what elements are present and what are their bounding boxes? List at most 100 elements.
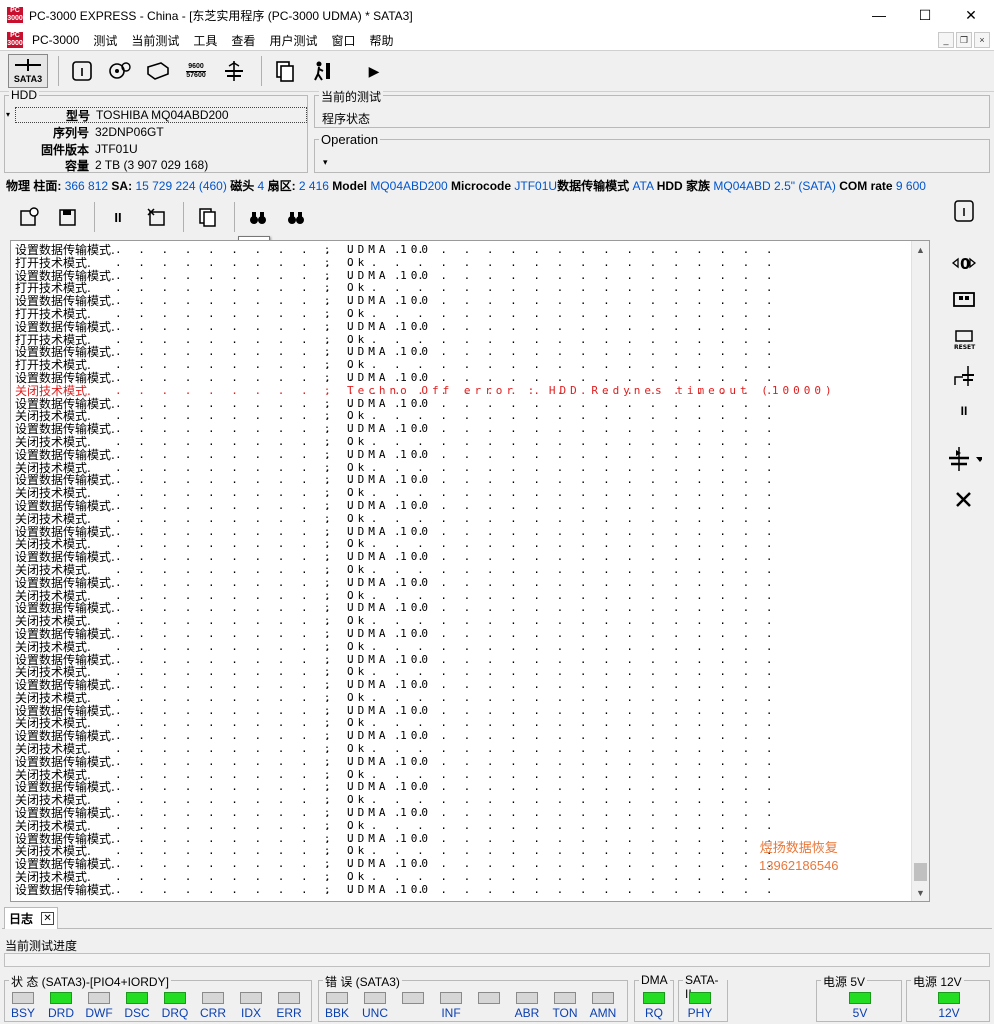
hdd-dropdown-icon[interactable]: ▾ xyxy=(6,110,10,119)
log-line-label: 关闭技术模式. xyxy=(15,383,91,398)
log-line-colon: : xyxy=(325,690,330,705)
floppy-icon xyxy=(59,209,76,226)
sata3-label: SATA3 xyxy=(13,73,43,84)
log-line: 关闭技术模式. . . . . . . . . . . . . . . . . .… xyxy=(15,690,910,705)
walk-figure-icon xyxy=(314,61,330,81)
watermark-line2: 13962186546 xyxy=(759,858,839,873)
log-line-result: Ok xyxy=(347,818,369,832)
menu-pc3000[interactable]: PC-3000 xyxy=(25,33,86,47)
hdd-capacity-row: 容量 2 TB (3 907 029 168) xyxy=(15,157,307,173)
current-test-panel: 当前的测试 程序状态 xyxy=(314,88,990,128)
baud-rate-button[interactable]: 9600 57600 xyxy=(179,54,213,88)
reset-button[interactable]: RESET xyxy=(946,322,982,352)
drive-button[interactable] xyxy=(141,54,175,88)
power-button[interactable] xyxy=(217,54,251,88)
pause-button[interactable]: II xyxy=(101,200,135,234)
mdi-minimize-button[interactable]: _ xyxy=(938,32,954,48)
menu-tools[interactable]: 工具 xyxy=(186,32,224,49)
menu-test[interactable]: 测试 xyxy=(86,32,124,49)
run-script-button[interactable] xyxy=(306,54,340,88)
log-line: 设置数据传输模式.. . . . . . . . . . . . . . . .… xyxy=(15,678,910,692)
power-control-button[interactable] xyxy=(946,361,982,391)
log-line: 设置数据传输模式.. . . . . . . . . . . . . . . .… xyxy=(15,754,910,769)
log-line-dots: . . . . . . . . . . . . . . . . . . . . … xyxy=(115,562,778,576)
status-led xyxy=(643,992,665,1004)
svg-text:0: 0 xyxy=(960,255,970,273)
scroll-thumb[interactable] xyxy=(914,863,927,881)
tools-button[interactable] xyxy=(946,484,982,514)
scroll-down-arrow-icon[interactable]: ▼ xyxy=(912,884,929,901)
info-scroll-button[interactable] xyxy=(946,196,982,226)
copy-log-button[interactable] xyxy=(190,200,224,234)
status-led xyxy=(278,992,300,1004)
scroll-up-arrow-icon[interactable]: ▲ xyxy=(912,241,929,258)
menu-app-icon[interactable]: PC 3000 xyxy=(7,32,23,48)
log-line-dots: . . . . . . . . . . . . . . . . . . . . … xyxy=(115,818,778,832)
log-line: 关闭技术模式. . . . . . . . . . . . . . . . . .… xyxy=(15,818,910,833)
log-line-colon: : xyxy=(325,870,330,885)
board-button[interactable] xyxy=(946,284,982,314)
search-button[interactable] xyxy=(241,200,275,234)
log-line-dots: . . . . . . . . . . . . . . . . . . . . … xyxy=(115,434,778,448)
status-led xyxy=(240,992,262,1004)
save-log-button[interactable] xyxy=(50,200,84,234)
head-map-button[interactable]: 0 xyxy=(946,248,982,278)
log-view[interactable]: 设置数据传输模式. . . . . . . . . . . . . . . . .… xyxy=(10,240,930,902)
status-led-label: TON xyxy=(552,1006,578,1020)
mdi-restore-button[interactable]: ❐ xyxy=(956,32,972,48)
maximize-button[interactable]: ☐ xyxy=(902,0,948,30)
minimize-button[interactable]: — xyxy=(856,0,902,30)
log-line-label: 关闭技术模式. xyxy=(15,818,91,833)
menu-view[interactable]: 查看 xyxy=(224,32,262,49)
log-line-dots: . . . . . . . . . . . . . . . . . . . . … xyxy=(115,498,778,512)
menu-current-test[interactable]: 当前测试 xyxy=(124,32,186,49)
menu-window[interactable]: 窗口 xyxy=(324,32,362,49)
serial-value: 32DNP06GT xyxy=(95,125,164,139)
operation-legend: Operation xyxy=(319,132,381,147)
status-led-label: INF xyxy=(441,1006,461,1020)
log-line-colon: : xyxy=(325,818,330,833)
status-led-label: CRR xyxy=(200,1006,226,1020)
hdd-model-row[interactable]: 型号 TOSHIBA MQ04ABD200 xyxy=(15,107,307,123)
log-line: 设置数据传输模式.. . . . . . . . . . . . . . . .… xyxy=(15,576,910,590)
play-button[interactable]: ▶ xyxy=(357,54,391,88)
log-line-label: 关闭技术模式. xyxy=(15,639,91,654)
family-label: HDD 家族 xyxy=(656,179,711,193)
status-led-label: 5V xyxy=(852,1006,868,1020)
menu-user-test[interactable]: 用户测试 xyxy=(262,32,324,49)
log-line-dots: . . . . . . . . . . . . . . . . . . . . … xyxy=(115,754,778,768)
close-button[interactable]: ✕ xyxy=(948,0,994,30)
log-line: 关闭技术模式. . . . . . . . . . . . . . . . . .… xyxy=(15,434,910,449)
baud-bottom-label: 57600 xyxy=(186,71,206,79)
tab-close-icon[interactable]: ✕ xyxy=(41,912,55,925)
status-led xyxy=(88,992,110,1004)
binoculars-next-icon xyxy=(288,212,304,224)
baud-top-label: 9600 xyxy=(186,62,206,72)
clear-log-button[interactable] xyxy=(139,200,173,234)
log-line-label: 设置数据传输模式. xyxy=(15,243,115,257)
log-line-dots: . . . . . . . . . . . . . . . . . . . . … xyxy=(115,626,778,640)
phys-value: 366 812 xyxy=(64,179,109,193)
toolbar-separator xyxy=(183,202,184,232)
log-line: 设置数据传输模式.. . . . . . . . . . . . . . . .… xyxy=(15,243,910,257)
power-menu-button[interactable] xyxy=(946,444,982,474)
search-next-button[interactable] xyxy=(279,200,313,234)
log-scrollbar[interactable]: ▲ ▼ xyxy=(911,241,929,901)
model-info-label: Model xyxy=(332,179,367,193)
drive-info-button[interactable] xyxy=(65,54,99,88)
status-led-label: 12V xyxy=(938,1006,960,1020)
log-line-colon: : xyxy=(325,626,330,641)
tab-log[interactable]: 日志 ✕ xyxy=(4,907,58,929)
test-settings-button[interactable] xyxy=(12,200,46,234)
copy-button[interactable] xyxy=(268,54,302,88)
log-line-colon: : xyxy=(325,614,330,629)
pause-icon: II xyxy=(960,404,968,418)
log-line-dots: . . . . . . . . . . . . . . . . . . . . … xyxy=(115,742,778,756)
settings-button[interactable] xyxy=(103,54,137,88)
sata3-port-button[interactable]: SATA3 xyxy=(8,54,48,88)
mdi-close-button[interactable]: × xyxy=(974,32,990,48)
operation-dropdown-icon[interactable]: ▾ xyxy=(323,157,328,168)
menu-help[interactable]: 帮助 xyxy=(362,32,400,49)
pause-side-button[interactable]: II xyxy=(946,396,982,426)
toolbar-separator xyxy=(261,56,262,86)
